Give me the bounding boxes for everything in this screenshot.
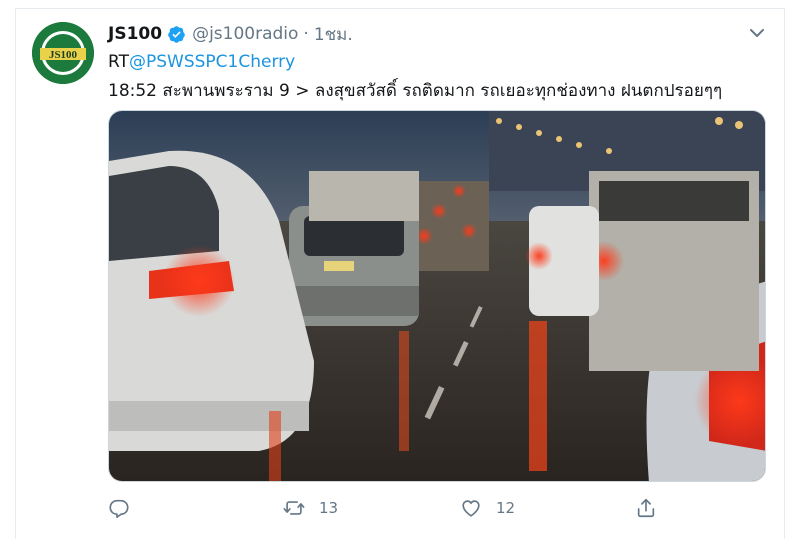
user-handle[interactable]: @js100radio bbox=[192, 24, 298, 44]
avatar[interactable]: JS100 bbox=[32, 22, 94, 84]
retweet-button[interactable]: 13 bbox=[283, 495, 338, 521]
traffic-photo-image bbox=[109, 111, 765, 481]
share-button[interactable] bbox=[635, 495, 657, 521]
retweet-line: RT@PSWSSPC1Cherry bbox=[108, 52, 295, 72]
chevron-down-icon[interactable] bbox=[748, 26, 766, 40]
like-button[interactable]: 12 bbox=[460, 495, 515, 521]
retweet-icon bbox=[283, 501, 305, 515]
tweet-text: 18:52 สะพานพระราม 9 > ลงสุขสวัสดิ์ รถติด… bbox=[108, 81, 723, 101]
reply-button[interactable] bbox=[108, 495, 144, 521]
verified-badge-icon bbox=[168, 25, 185, 43]
tweet-header: JS100 @js100radio · 1ชม. bbox=[108, 22, 353, 46]
heart-icon bbox=[462, 500, 480, 517]
reply-icon bbox=[109, 499, 129, 518]
mention-link[interactable]: @PSWSSPC1Cherry bbox=[129, 52, 295, 72]
separator-dot: · bbox=[303, 24, 309, 44]
like-count: 12 bbox=[496, 499, 516, 517]
display-name[interactable]: JS100 bbox=[108, 24, 162, 44]
tweet-photo[interactable] bbox=[108, 110, 766, 482]
rt-prefix: RT bbox=[108, 52, 129, 72]
share-icon bbox=[637, 498, 655, 518]
avatar-logo-text: JS100 bbox=[49, 49, 78, 61]
retweet-count: 13 bbox=[319, 499, 339, 517]
js100-logo: JS100 bbox=[32, 22, 94, 84]
timestamp[interactable]: 1ชม. bbox=[314, 21, 353, 48]
tweet-actions: 13 12 bbox=[108, 495, 668, 521]
